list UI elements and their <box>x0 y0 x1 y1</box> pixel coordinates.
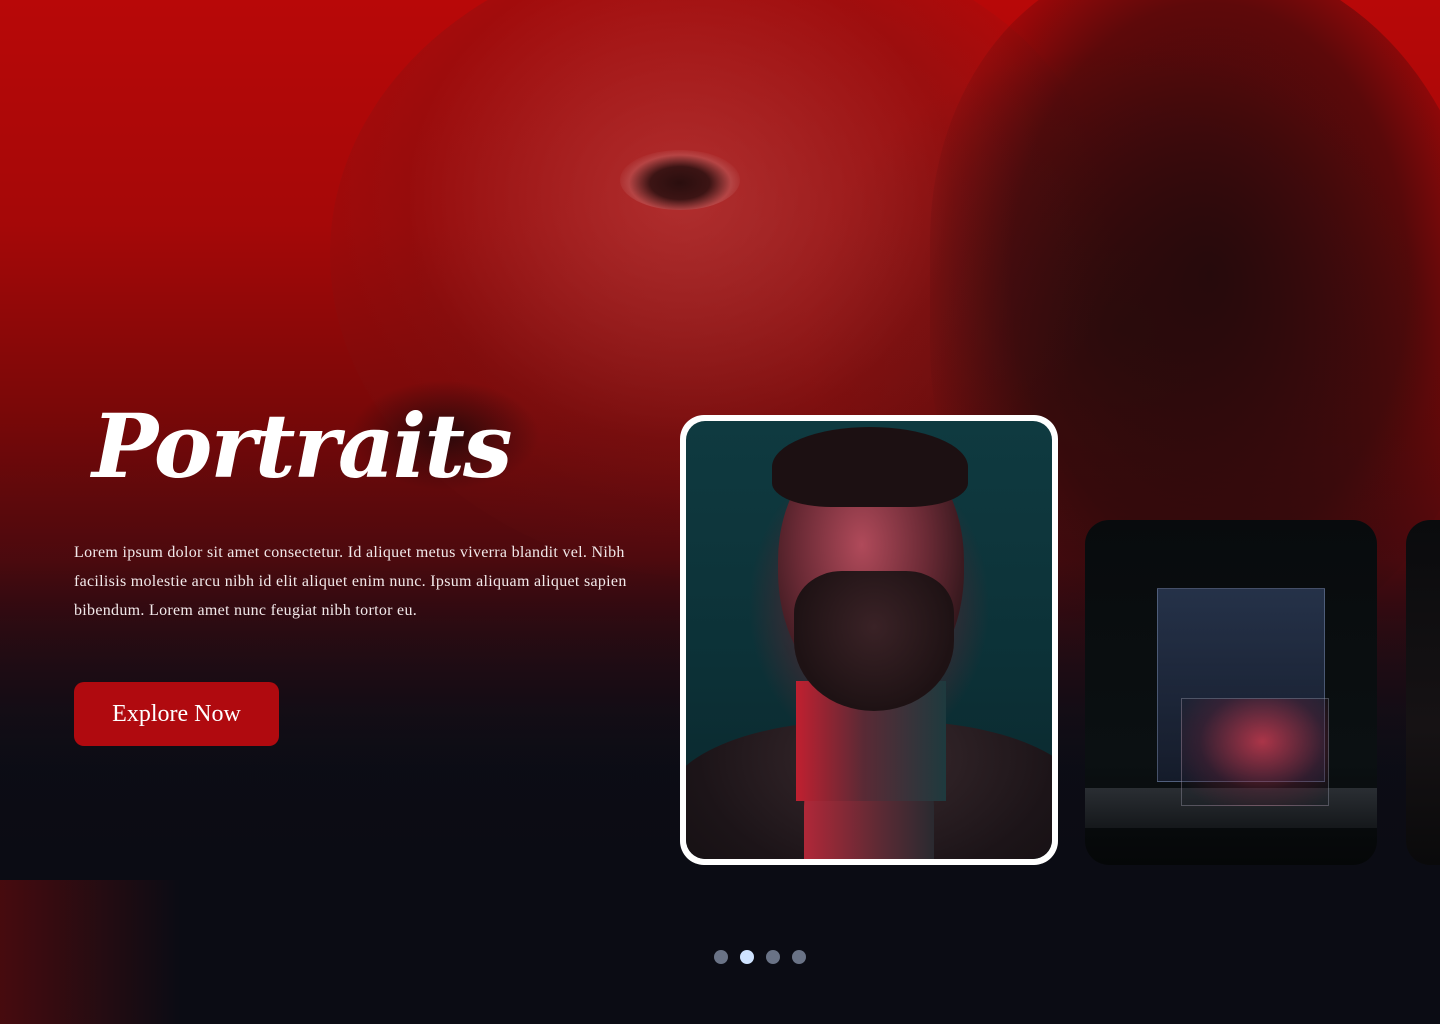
carousel-card-next[interactable] <box>1085 520 1377 865</box>
man-beard <box>794 571 954 711</box>
background-eye <box>620 150 740 210</box>
hero-description: Lorem ipsum dolor sit amet consectetur. … <box>74 544 627 619</box>
portraits-hero: Portraits Lorem ipsum dolor sit amet con… <box>0 0 1440 1024</box>
man-hair <box>772 427 968 507</box>
pagination-dot-2[interactable] <box>740 950 754 964</box>
portrait-man-image <box>686 421 1052 859</box>
pagination-dot-4[interactable] <box>792 950 806 964</box>
carousel-card-partial[interactable] <box>1406 520 1440 865</box>
explore-now-button[interactable]: Explore Now <box>74 682 279 746</box>
pagination-dot-3[interactable] <box>766 950 780 964</box>
carousel-card-active[interactable] <box>680 415 1058 865</box>
pagination-dot-1[interactable] <box>714 950 728 964</box>
glass-chair-image <box>1181 698 1329 806</box>
background-left-glow <box>0 880 180 1024</box>
carousel-pagination <box>714 948 806 966</box>
hero-title: Portraits <box>92 394 513 498</box>
